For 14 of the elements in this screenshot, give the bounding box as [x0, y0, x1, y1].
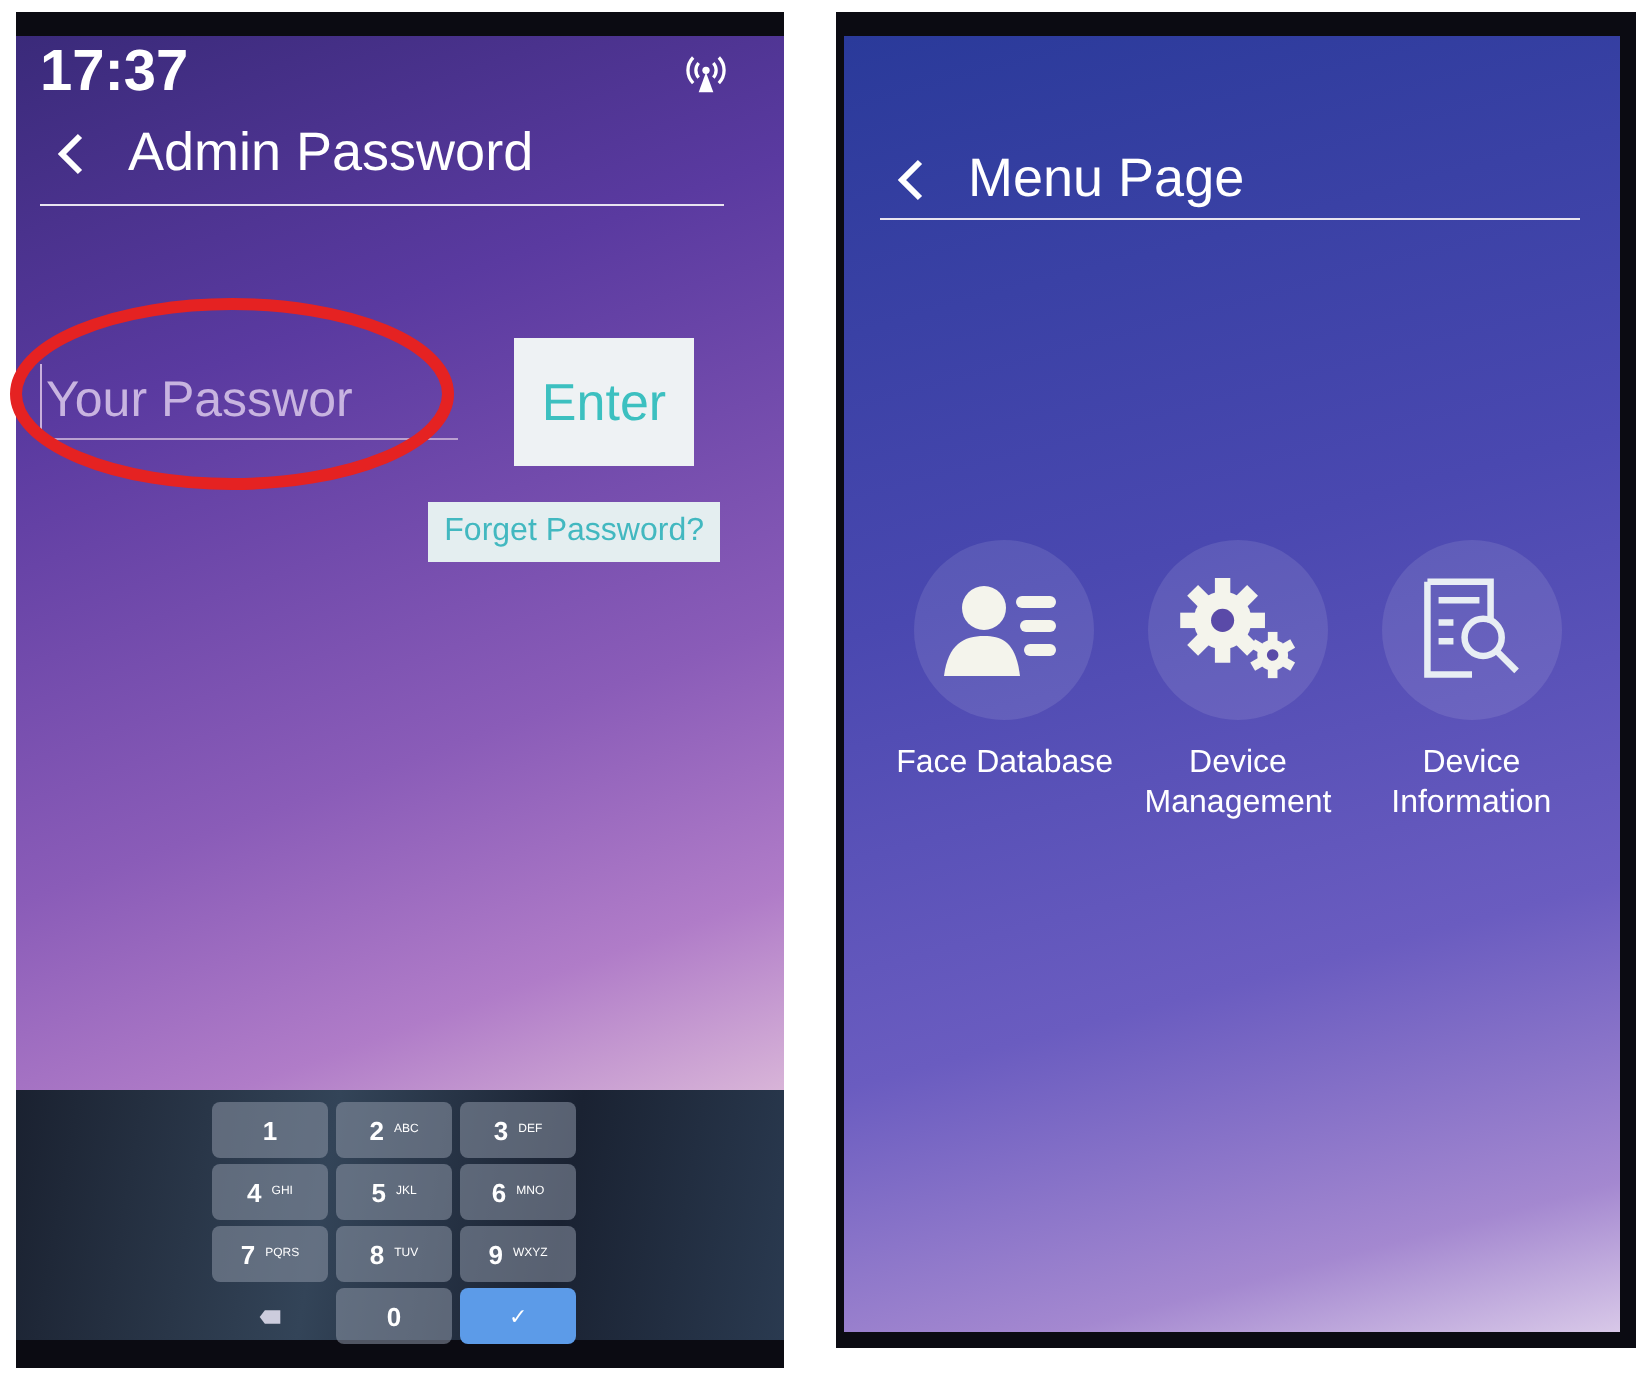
menu-item[interactable]: Device Management — [1121, 540, 1355, 824]
antenna-icon — [684, 51, 728, 95]
menu-item[interactable]: Device Information — [1354, 540, 1589, 824]
keypad-key[interactable]: 0 — [336, 1288, 452, 1344]
back-icon[interactable] — [896, 157, 924, 201]
keypad-key[interactable]: 1 — [212, 1102, 328, 1158]
confirm-key[interactable]: ✓ — [460, 1288, 576, 1344]
gears-icon — [1176, 578, 1300, 682]
backspace-icon — [258, 1307, 282, 1325]
page-title: Admin Password — [128, 122, 534, 184]
clock-time: 17:37 — [40, 40, 189, 106]
page-title: Menu Page — [968, 148, 1245, 210]
back-icon[interactable] — [56, 131, 84, 175]
menu-item[interactable]: Face Database — [888, 540, 1122, 824]
